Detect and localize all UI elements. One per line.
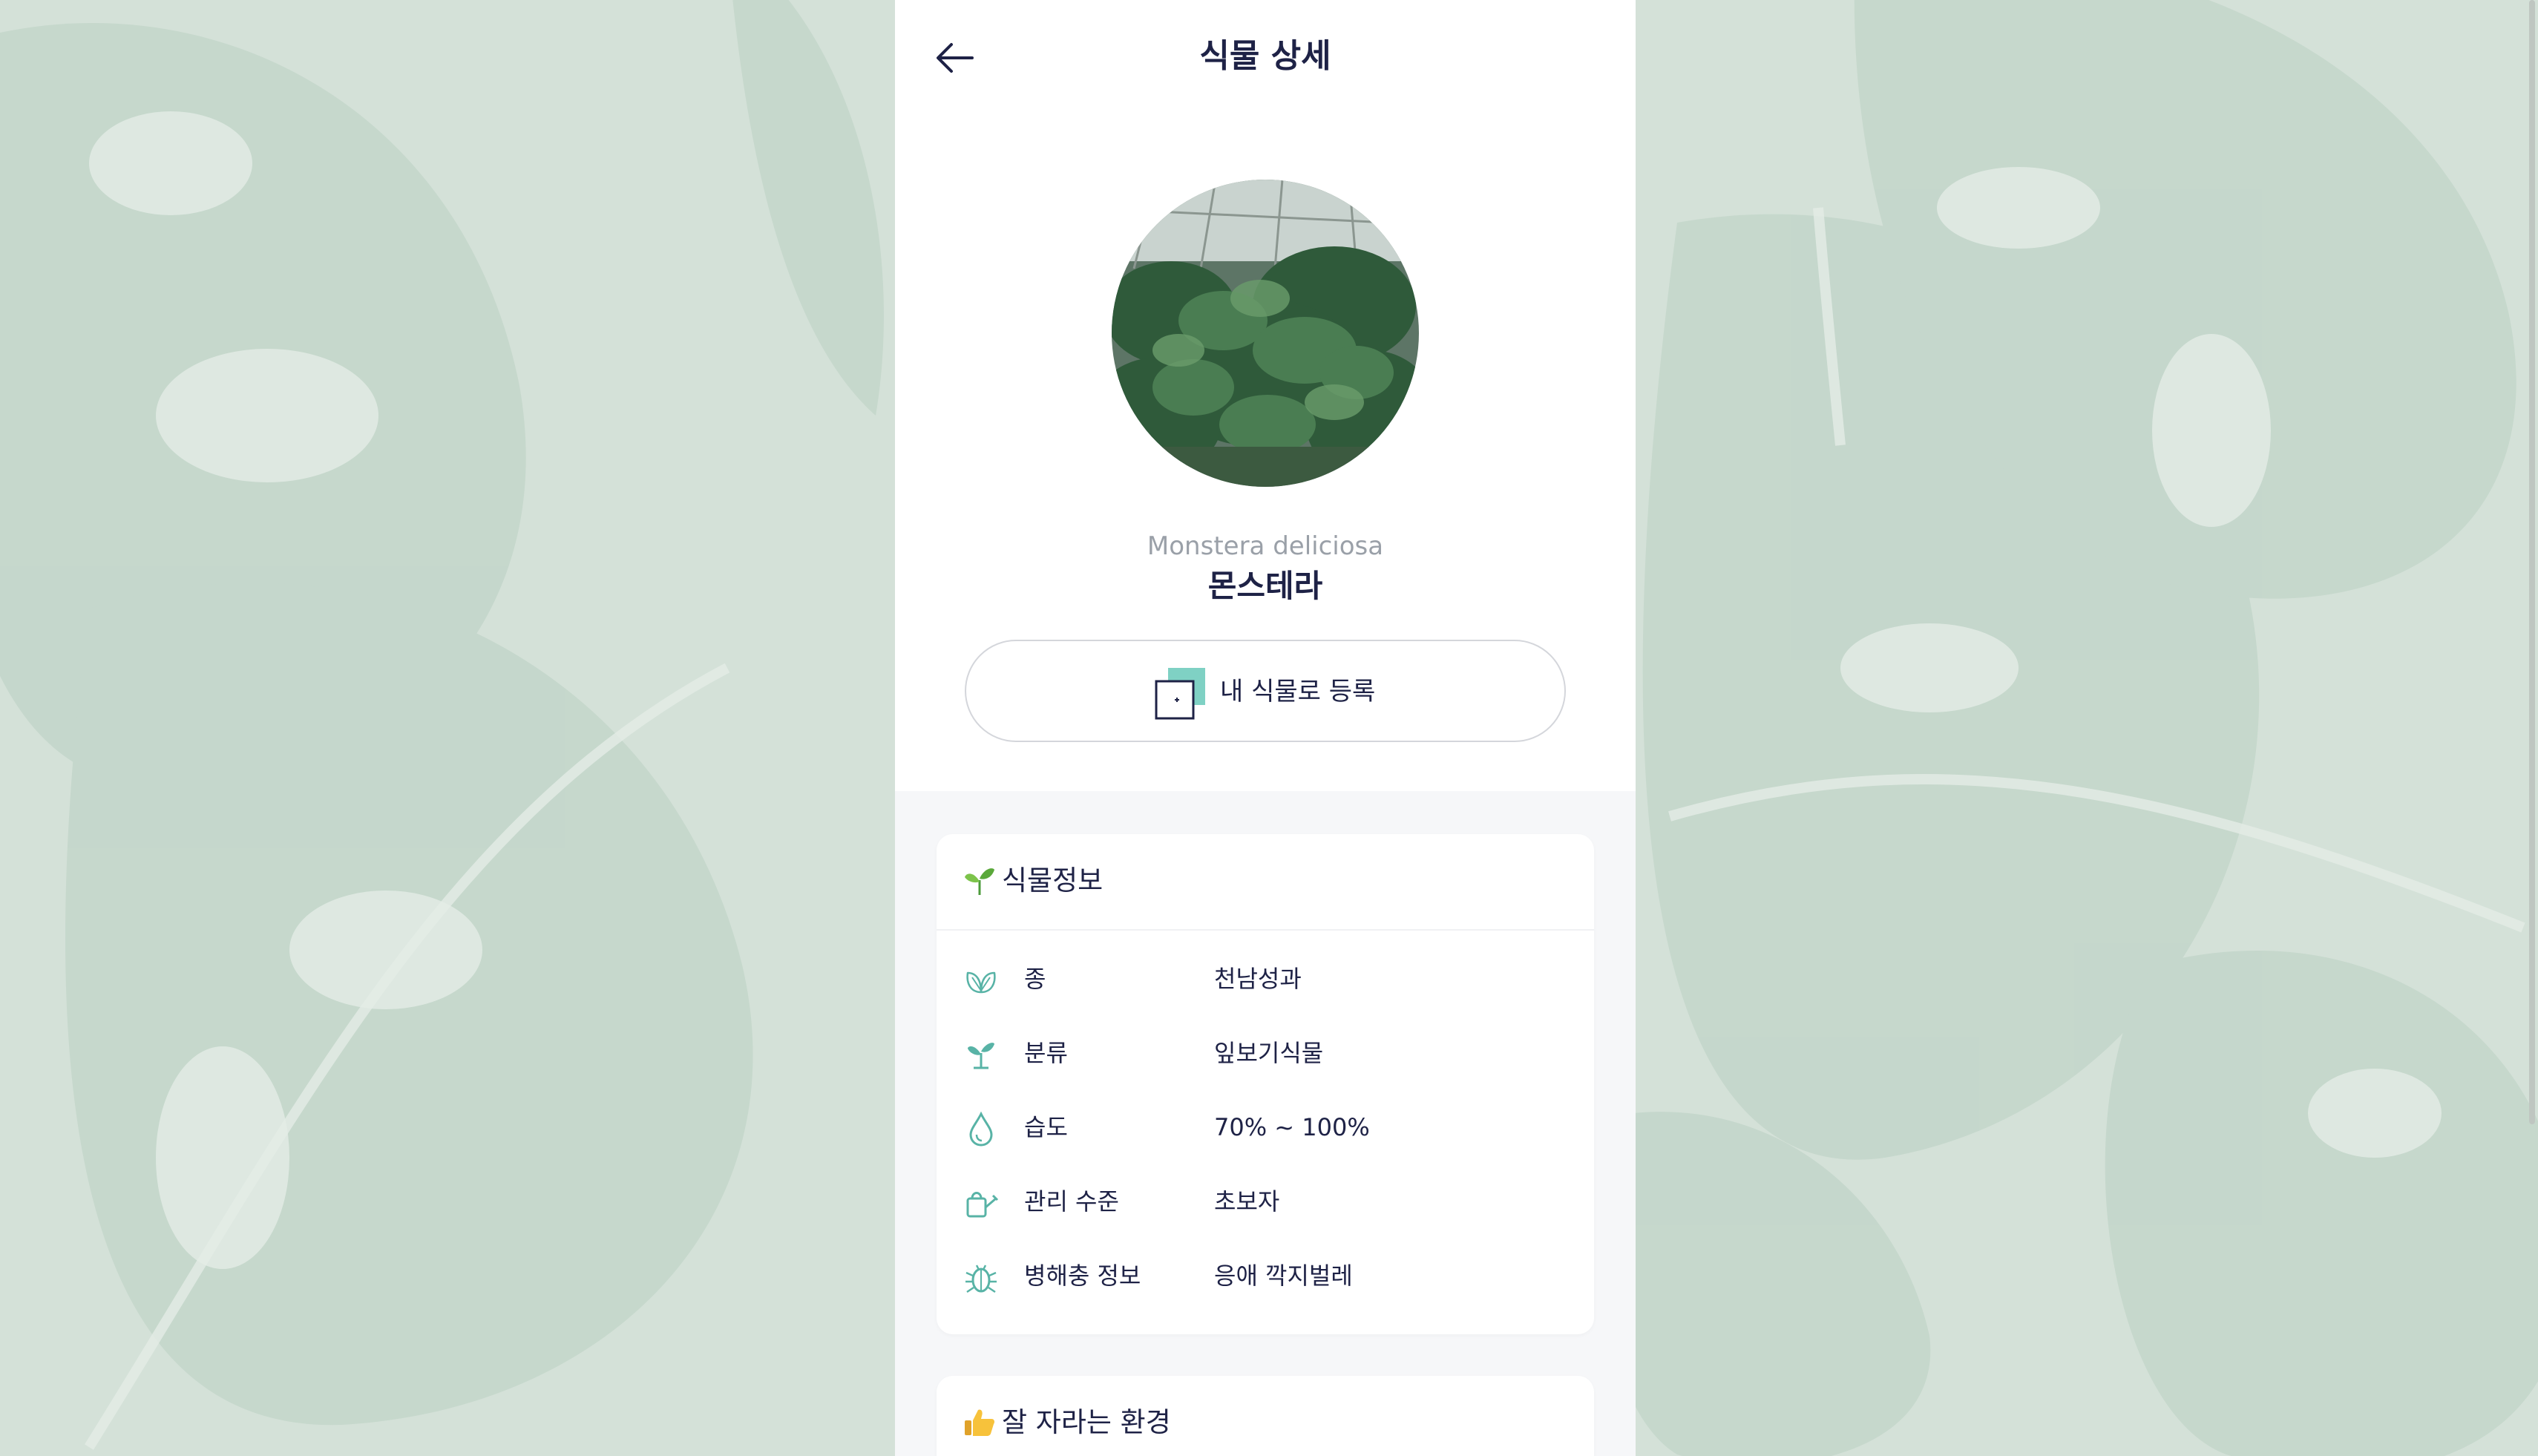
plant-detail-screen: 식물 상세 Monstera deliciosa 몬스테라 내 식물로 등록 식… (895, 0, 1636, 1456)
card-title: 식물정보 (1002, 865, 1104, 896)
water-drop-icon (969, 1111, 993, 1147)
info-value: 70% ~ 100% (1214, 1113, 1370, 1141)
info-label: 분류 (1024, 1039, 1068, 1067)
info-row-care-level: 관리 수준 초보자 (937, 1168, 1594, 1235)
seedling-icon (965, 868, 994, 895)
info-row-species: 종 천남성과 (937, 945, 1594, 1012)
card-title: 잘 자라는 환경 (1002, 1406, 1171, 1438)
top-app-bar: 식물 상세 (895, 0, 1636, 117)
register-my-plant-button[interactable]: 내 식물로 등록 (965, 640, 1566, 742)
growing-environment-card: 잘 자라는 환경 (937, 1376, 1594, 1456)
info-row-category: 분류 잎보기식물 (937, 1020, 1594, 1086)
info-row-humidity: 습도 70% ~ 100% (937, 1094, 1594, 1161)
info-value: 잎보기식물 (1214, 1039, 1324, 1067)
bug-icon (965, 1265, 997, 1293)
info-label: 관리 수준 (1024, 1187, 1119, 1216)
register-button-label: 내 식물로 등록 (1220, 677, 1376, 706)
sprout-icon (968, 1043, 994, 1069)
info-label: 습도 (1024, 1113, 1068, 1141)
info-label: 종 (1024, 965, 1046, 993)
add-square-icon (1155, 668, 1205, 720)
plant-summary: Monstera deliciosa 몬스테라 내 식물로 등록 (895, 116, 1636, 791)
plant-photo (1112, 180, 1419, 487)
page-scrollbar[interactable] (2529, 0, 2535, 1124)
info-label: 병해충 정보 (1024, 1262, 1141, 1290)
info-value: 초보자 (1214, 1187, 1280, 1216)
plant-name: 몬스테라 (1207, 568, 1323, 604)
card-header: 식물정보 (937, 834, 1594, 931)
info-row-pests: 병해충 정보 응애 깍지벌레 (937, 1242, 1594, 1309)
thumbs-up-icon (965, 1409, 994, 1436)
watering-can-icon (966, 1192, 999, 1218)
info-value: 천남성과 (1214, 965, 1302, 993)
plant-info-card: 식물정보 종 천남성과 분류 잎보기식물 습도 70% ~ 100% 관리 수준… (937, 834, 1594, 1334)
leaf-icon (966, 971, 996, 994)
page-title: 식물 상세 (1199, 37, 1331, 75)
info-value: 응애 깍지벌레 (1214, 1262, 1353, 1290)
